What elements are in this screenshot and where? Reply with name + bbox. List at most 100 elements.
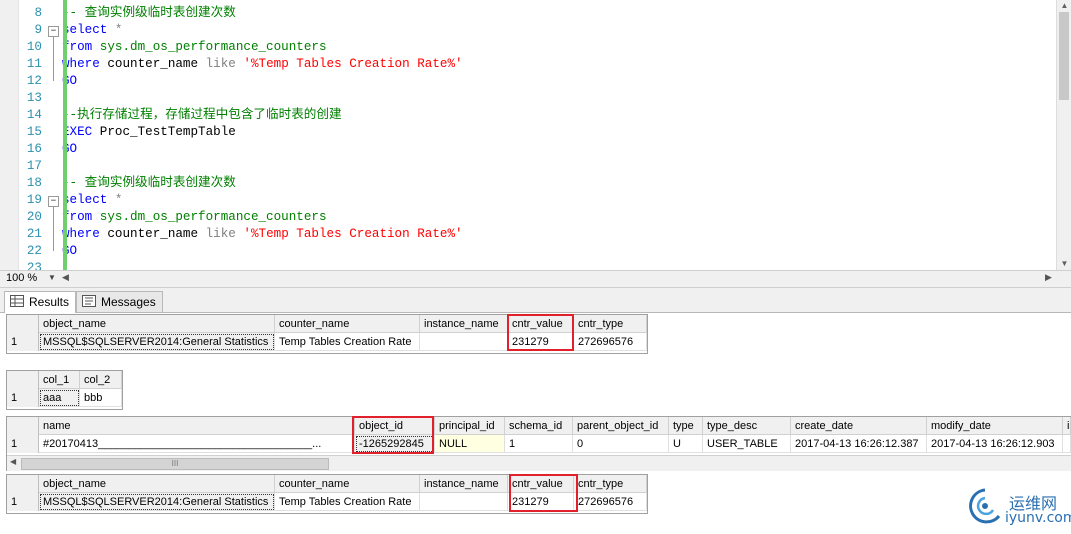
row-number[interactable]: 1 [7,333,39,351]
code-text[interactable]: where counter_name like '%Temp Tables Cr… [62,56,463,73]
code-line[interactable]: 22 GO [0,243,1058,260]
code-text[interactable]: EXEC Proc_TestTempTable [62,124,236,141]
line-number: 8 [34,6,42,20]
code-text[interactable]: -- 查询实例级临时表创建次数 [62,5,236,22]
column-header-schema-id[interactable]: schema_id [505,417,573,435]
code-text[interactable]: from sys.dm_os_performance_counters [62,209,327,226]
result-grid-3[interactable]: name object_id principal_id schema_id pa… [6,416,1071,471]
code-line[interactable]: 15 EXEC Proc_TestTempTable [0,124,1058,141]
column-header-cntr-type[interactable]: cntr_type [574,315,647,333]
cell-type[interactable]: U [669,435,703,453]
tab-messages-label: Messages [101,295,156,309]
code-line[interactable]: 14 --执行存储过程，存储过程中包含了临时表的创建 [0,107,1058,124]
line-number: 12 [26,74,42,88]
column-header-counter-name[interactable]: counter_name [275,315,420,333]
line-number: 20 [26,210,42,224]
column-header-partial[interactable]: i [1063,417,1071,435]
cell-parent-object-id[interactable]: 0 [573,435,669,453]
column-header-col-2[interactable]: col_2 [80,371,122,389]
cell-object-name[interactable]: MSSQL$SQLSERVER2014:General Statistics [39,333,275,351]
cell-type-desc[interactable]: USER_TABLE [703,435,791,453]
zoom-dropdown-icon[interactable]: ▼ [48,273,56,282]
cell-cntr-type[interactable]: 272696576 [574,333,647,351]
column-header-col-1[interactable]: col_1 [39,371,80,389]
cell-name[interactable]: #20170413_______________________________… [39,435,355,453]
column-header-type[interactable]: type [669,417,703,435]
editor-vertical-scrollbar[interactable]: ▲ ▼ [1056,0,1071,270]
scroll-down-icon[interactable]: ▼ [1057,258,1071,270]
cell-create-date[interactable]: 2017-04-13 16:26:12.387 [791,435,927,453]
cell-cntr-type[interactable]: 272696576 [574,493,647,511]
code-line[interactable]: 20 from sys.dm_os_performance_counters [0,209,1058,226]
line-number: 22 [26,244,42,258]
scroll-left-icon[interactable]: ◀ [10,457,16,466]
code-line[interactable]: 13 [0,90,1058,107]
line-number: 17 [26,159,42,173]
code-token: select [62,23,108,37]
row-number[interactable]: 1 [7,435,39,453]
scroll-left-icon[interactable]: ◀ [62,272,69,283]
code-token: like [205,57,236,71]
cell-modify-date[interactable]: 2017-04-13 16:26:12.903 [927,435,1063,453]
code-text[interactable]: -- 查询实例级临时表创建次数 [62,175,236,192]
cell-counter-name[interactable]: Temp Tables Creation Rate [275,333,420,351]
cell-instance-name[interactable] [420,493,508,511]
row-number[interactable]: 1 [7,493,39,511]
column-header-cntr-type[interactable]: cntr_type [574,475,647,493]
column-header-object-name[interactable]: object_name [39,475,275,493]
cell-object-name[interactable]: MSSQL$SQLSERVER2014:General Statistics [39,493,275,511]
grid-horizontal-scrollbar[interactable]: ◀ III [7,455,1071,471]
row-number[interactable]: 1 [7,389,39,407]
cell-col-2[interactable]: bbb [80,389,122,407]
code-line[interactable]: 16 GO [0,141,1058,158]
column-header-type-desc[interactable]: type_desc [703,417,791,435]
code-lines[interactable]: 8 -- 查询实例级临时表创建次数 9− select * 10 from sys.dm_… [18,0,1058,270]
column-header-instance-name[interactable]: instance_name [420,475,508,493]
results-pane: object_name counter_name instance_name c… [0,313,1071,534]
code-line[interactable]: 8 -- 查询实例级临时表创建次数 [0,5,1058,22]
code-line[interactable]: 23 [0,260,1058,270]
cell-col-1[interactable]: aaa [39,389,80,407]
cell-counter-name[interactable]: Temp Tables Creation Rate [275,493,420,511]
zoom-level[interactable]: 100 % [6,272,37,284]
column-header-counter-name[interactable]: counter_name [275,475,420,493]
tab-messages[interactable]: Messages [76,291,163,312]
cell-partial[interactable] [1063,435,1071,453]
scroll-thumb[interactable]: III [21,458,329,470]
code-line[interactable]: 17 [0,158,1058,175]
code-text[interactable]: from sys.dm_os_performance_counters [62,39,327,56]
code-line[interactable]: 11 where counter_name like '%Temp Tables … [0,56,1058,73]
code-text[interactable]: select * [62,192,122,209]
scroll-thumb[interactable] [1059,12,1069,100]
code-line[interactable]: 10 from sys.dm_os_performance_counters [0,39,1058,56]
result-grid-2[interactable]: col_1 col_2 1 aaa bbb [6,370,123,410]
code-line[interactable]: 19− select * [0,192,1058,209]
column-header-object-name[interactable]: object_name [39,315,275,333]
cell-schema-id[interactable]: 1 [505,435,573,453]
code-line[interactable]: 21 where counter_name like '%Temp Tables … [0,226,1058,243]
code-line[interactable]: 12 GO [0,73,1058,90]
line-number: 23 [26,261,42,270]
scroll-right-icon[interactable]: ▶ [1045,272,1052,283]
column-header-modify-date[interactable]: modify_date [927,417,1063,435]
code-text[interactable]: select * [62,22,122,39]
tab-results[interactable]: Results [4,291,77,313]
scroll-up-icon[interactable]: ▲ [1057,0,1071,12]
code-token: counter_name [99,227,206,241]
code-text[interactable]: --执行存储过程，存储过程中包含了临时表的创建 [62,107,342,124]
column-header-name[interactable]: name [39,417,355,435]
code-text[interactable]: where counter_name like '%Temp Tables Cr… [62,226,463,243]
code-token: select [62,193,108,207]
cell-principal-id[interactable]: NULL [435,435,505,453]
code-line[interactable]: 9− select * [0,22,1058,39]
code-line[interactable]: 18 -- 查询实例级临时表创建次数 [0,175,1058,192]
column-header-parent-object-id[interactable]: parent_object_id [573,417,669,435]
code-token: counter_name [99,57,206,71]
column-header-instance-name[interactable]: instance_name [420,315,508,333]
cell-instance-name[interactable] [420,333,508,351]
line-number: 18 [26,176,42,190]
column-header-create-date[interactable]: create_date [791,417,927,435]
column-header-principal-id[interactable]: principal_id [435,417,505,435]
query-editor[interactable]: 8 -- 查询实例级临时表创建次数 9− select * 10 from sys.dm_… [0,0,1071,270]
